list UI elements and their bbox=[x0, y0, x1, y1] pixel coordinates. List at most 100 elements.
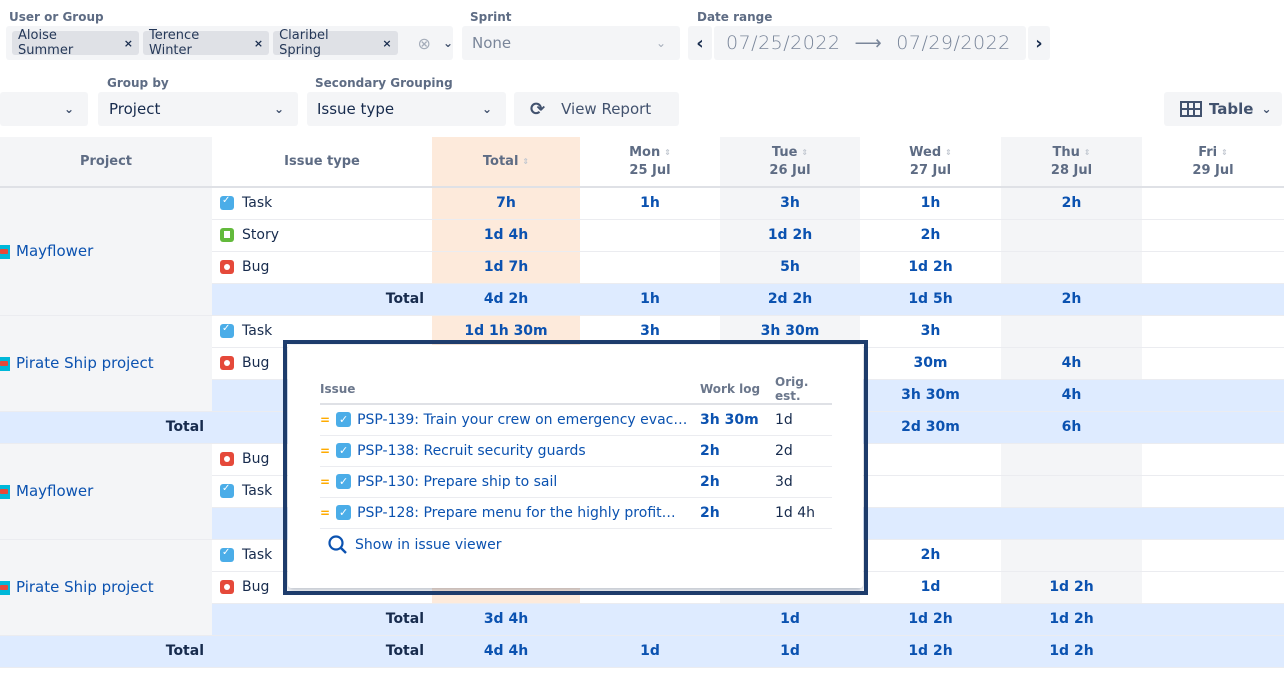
time-cell[interactable] bbox=[1001, 443, 1142, 476]
time-cell[interactable]: 5h bbox=[720, 251, 860, 284]
time-cell[interactable] bbox=[1142, 315, 1284, 348]
time-cell[interactable] bbox=[1001, 507, 1142, 540]
time-cell[interactable] bbox=[1142, 411, 1284, 444]
time-cell[interactable] bbox=[1001, 315, 1142, 348]
date-to[interactable]: 07/29/2022 bbox=[896, 32, 1011, 54]
time-cell[interactable]: 1d 4h bbox=[432, 219, 580, 252]
issue-link[interactable]: PSP-128: Prepare menu for the highly pro… bbox=[357, 505, 676, 521]
time-cell[interactable]: 4h bbox=[1001, 379, 1142, 412]
next-range-button[interactable]: › bbox=[1028, 26, 1050, 60]
time-cell[interactable]: 1d 2h bbox=[1001, 603, 1142, 636]
time-cell[interactable]: 3d 4h bbox=[432, 603, 580, 636]
time-cell[interactable] bbox=[1142, 571, 1284, 604]
time-cell[interactable]: 2h bbox=[860, 219, 1001, 252]
chevron-down-icon[interactable]: ⌄ bbox=[443, 36, 453, 50]
time-cell[interactable]: 30m bbox=[860, 347, 1001, 380]
time-cell[interactable]: 2d 2h bbox=[720, 283, 860, 316]
header-day[interactable]: Wed ⇕ 27 Jul bbox=[860, 137, 1001, 188]
time-cell[interactable] bbox=[1142, 219, 1284, 252]
time-cell[interactable] bbox=[1142, 603, 1284, 636]
time-cell[interactable]: 1d bbox=[720, 603, 860, 636]
time-cell[interactable]: 1d 2h bbox=[1001, 635, 1142, 668]
time-cell[interactable]: 1h bbox=[580, 283, 720, 316]
group-by-select[interactable]: Project ⌄ bbox=[98, 92, 298, 126]
header-day[interactable]: Thu ⇕ 28 Jul bbox=[1001, 137, 1142, 188]
time-cell[interactable]: 3h bbox=[860, 315, 1001, 348]
issue-link[interactable]: PSP-139: Train your crew on emergency ev… bbox=[357, 412, 687, 428]
secondary-grouping-select[interactable]: Issue type ⌄ bbox=[307, 92, 506, 126]
time-cell[interactable] bbox=[1142, 283, 1284, 316]
time-cell[interactable] bbox=[580, 603, 720, 636]
time-cell[interactable]: 1d 2h bbox=[1001, 571, 1142, 604]
time-cell[interactable]: 7h bbox=[432, 187, 580, 220]
time-cell[interactable]: 4d 4h bbox=[432, 635, 580, 668]
project-link[interactable]: Pirate Ship project bbox=[16, 354, 154, 372]
time-cell[interactable] bbox=[580, 251, 720, 284]
view-mode-select[interactable]: Table ⌄ bbox=[1164, 92, 1282, 126]
time-cell[interactable]: 2h bbox=[1001, 187, 1142, 220]
time-cell[interactable]: 2h bbox=[1001, 283, 1142, 316]
time-cell[interactable]: 6h bbox=[1001, 411, 1142, 444]
prev-range-button[interactable]: ‹ bbox=[688, 26, 712, 60]
time-cell[interactable]: 1d 2h bbox=[860, 635, 1001, 668]
time-cell[interactable] bbox=[1001, 251, 1142, 284]
remove-chip-icon[interactable]: × bbox=[124, 37, 133, 50]
project-link[interactable]: Pirate Ship project bbox=[16, 578, 154, 596]
issue-link[interactable]: PSP-130: Prepare ship to sail bbox=[357, 474, 557, 490]
time-cell[interactable]: 3h 30m bbox=[860, 379, 1001, 412]
sort-icon: ⇕ bbox=[664, 147, 671, 157]
clear-all-icon[interactable]: ⊗ bbox=[418, 34, 431, 53]
time-cell[interactable] bbox=[860, 443, 1001, 476]
time-cell[interactable] bbox=[1142, 347, 1284, 380]
secondary-grouping-value: Issue type bbox=[317, 100, 395, 118]
date-range-input[interactable]: 07/25/2022 ⟶ 07/29/2022 bbox=[714, 26, 1026, 60]
time-cell[interactable]: 1d bbox=[860, 571, 1001, 604]
time-cell[interactable]: 1d 5h bbox=[860, 283, 1001, 316]
sprint-select[interactable]: None ⌄ bbox=[462, 26, 680, 60]
view-report-button[interactable]: ⟳ View Report bbox=[514, 92, 679, 126]
time-cell[interactable]: 2d 30m bbox=[860, 411, 1001, 444]
time-cell[interactable]: 3h bbox=[720, 187, 860, 220]
header-issue-type[interactable]: Issue type bbox=[212, 137, 432, 188]
header-project[interactable]: Project bbox=[0, 137, 212, 188]
partial-select[interactable]: ⌄ bbox=[0, 92, 88, 126]
date-from[interactable]: 07/25/2022 bbox=[726, 32, 841, 54]
time-cell[interactable] bbox=[1142, 251, 1284, 284]
time-cell[interactable] bbox=[1142, 475, 1284, 508]
header-day[interactable]: Fri ⇕ 29 Jul bbox=[1142, 137, 1284, 188]
time-cell[interactable]: 4d 2h bbox=[432, 283, 580, 316]
header-day[interactable]: Tue ⇕ 26 Jul bbox=[720, 137, 860, 188]
header-day[interactable]: Mon ⇕ 25 Jul bbox=[580, 137, 720, 188]
time-cell[interactable]: 1d 2h bbox=[860, 251, 1001, 284]
show-in-issue-viewer-link[interactable]: Show in issue viewer bbox=[328, 535, 501, 555]
time-cell[interactable]: 2h bbox=[860, 539, 1001, 572]
time-cell[interactable]: 1d bbox=[580, 635, 720, 668]
time-cell[interactable]: 1d 7h bbox=[432, 251, 580, 284]
time-cell[interactable]: 1h bbox=[580, 187, 720, 220]
remove-chip-icon[interactable]: × bbox=[254, 37, 263, 50]
time-cell[interactable] bbox=[860, 507, 1001, 540]
time-cell[interactable] bbox=[1142, 443, 1284, 476]
remove-chip-icon[interactable]: × bbox=[382, 37, 391, 50]
user-group-select[interactable]: Aloise Summer × Terence Winter × Claribel … bbox=[6, 26, 453, 60]
time-cell[interactable] bbox=[1142, 187, 1284, 220]
time-cell[interactable] bbox=[1142, 379, 1284, 412]
time-cell[interactable] bbox=[1001, 539, 1142, 572]
time-cell[interactable]: 1d bbox=[720, 635, 860, 668]
time-cell[interactable] bbox=[860, 475, 1001, 508]
time-cell[interactable]: 1h bbox=[860, 187, 1001, 220]
time-cell[interactable] bbox=[1142, 635, 1284, 668]
project-cell: Mayflower bbox=[0, 187, 212, 316]
time-cell[interactable]: 1d 2h bbox=[860, 603, 1001, 636]
time-cell[interactable] bbox=[1001, 219, 1142, 252]
time-cell[interactable] bbox=[1142, 539, 1284, 572]
project-link[interactable]: Mayflower bbox=[16, 482, 93, 500]
header-total[interactable]: Total ⇕ bbox=[432, 137, 580, 188]
time-cell[interactable] bbox=[580, 219, 720, 252]
time-cell[interactable] bbox=[1142, 507, 1284, 540]
time-cell[interactable]: 1d 2h bbox=[720, 219, 860, 252]
project-link[interactable]: Mayflower bbox=[16, 242, 93, 260]
issue-link[interactable]: PSP-138: Recruit security guards bbox=[357, 443, 586, 459]
time-cell[interactable] bbox=[1001, 475, 1142, 508]
time-cell[interactable]: 4h bbox=[1001, 347, 1142, 380]
